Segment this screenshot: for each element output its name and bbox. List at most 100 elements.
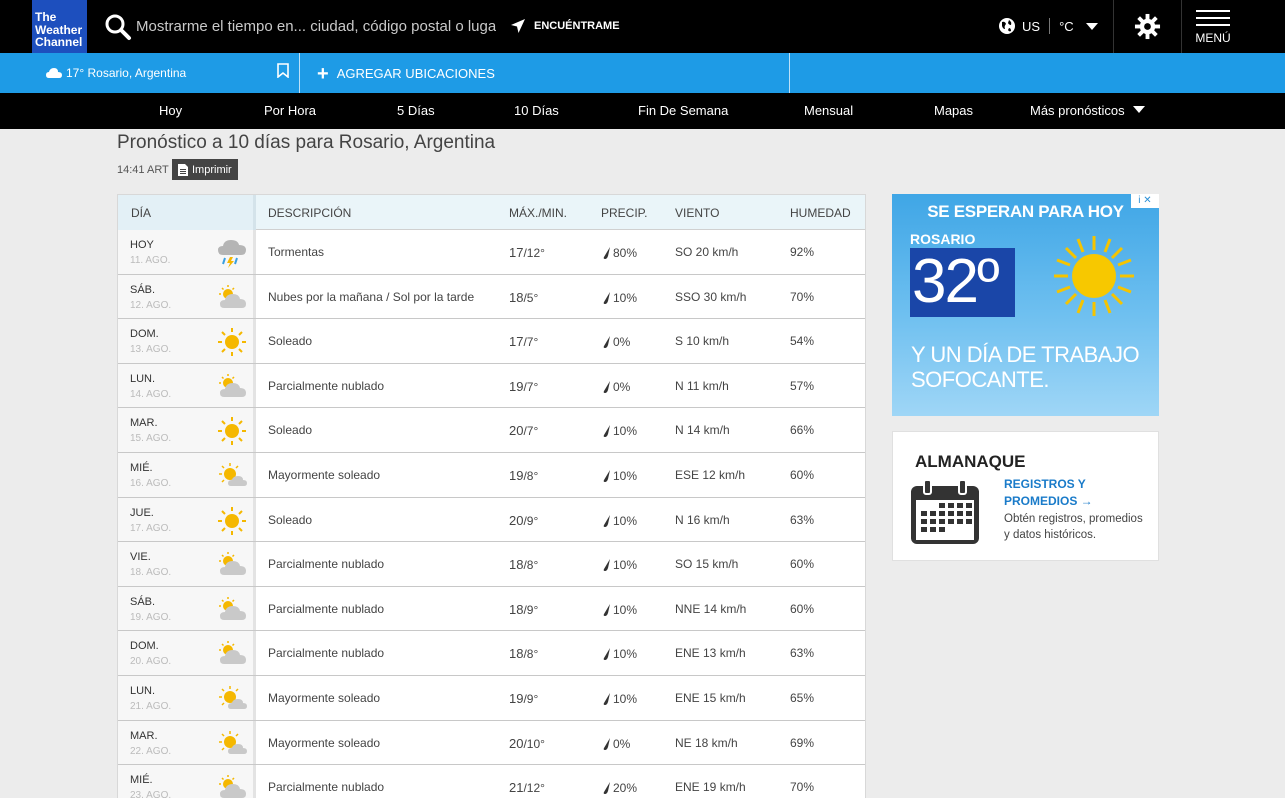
precip-value: 10% [613, 290, 638, 305]
precip-chance: 10% [603, 291, 637, 305]
table-row[interactable]: HOY 11. AGO. Tormentas 17/12° 80% SO 20 km/h 9… [118, 230, 865, 275]
high-temp: 18 [509, 557, 524, 573]
nav-hourly[interactable]: Por Hora [264, 103, 316, 118]
humidity: 60% [790, 467, 815, 482]
description: Nubes por la mañana / Sol por la tarde [268, 289, 475, 304]
nav-more-label: Más pronósticos [1030, 103, 1125, 118]
table-row[interactable]: DOM. 13. AGO. Soleado 17/7° 0% S 10 km/h 54% [118, 319, 865, 364]
table-row[interactable]: LUN. 14. AGO. Parcialmente nublado 19/7° 0% N… [118, 363, 865, 409]
raindrop-icon [603, 692, 610, 705]
table-row[interactable]: SÁB. 19. AGO. Parcialmente nublado 18/9° 10%… [118, 586, 865, 632]
precip-chance: 10% [603, 692, 637, 706]
page-title: Pronóstico a 10 días para Rosario, Argen… [117, 132, 496, 153]
description: Parcialmente nublado [268, 557, 385, 572]
table-row[interactable]: MIÉ. 23. AGO. Parcialmente nublado 21/12° 20… [118, 765, 865, 798]
day-date: 17. AGO. [130, 522, 172, 534]
forecast-table: DÍA DESCRIPCIÓN MÁX./MIN. PRECIP. VIENTO… [117, 194, 866, 798]
locate-me-button[interactable]: ENCUÉNTRAME [510, 18, 620, 34]
table-row[interactable]: VIE. 18. AGO. Parcialmente nublado 18/8° 10%… [118, 542, 865, 587]
wind: NNE 14 km/h [675, 601, 747, 616]
humidity: 63% [790, 646, 815, 661]
nav-10-day[interactable]: 10 Días [514, 103, 559, 118]
hi-lo-temp: 17/7° [509, 334, 538, 349]
low-temp: /8° [523, 558, 539, 573]
table-row[interactable]: LUN. 21. AGO. Mayormente soleado 19/9° 10% EN… [118, 675, 865, 721]
precip-value: 80% [613, 246, 638, 260]
nav-today[interactable]: Hoy [159, 103, 182, 118]
table-row[interactable]: MIÉ. 16. AGO. Mayormente soleado 19/8° 10% ES… [118, 452, 865, 498]
units-selector[interactable]: US °C [998, 17, 1098, 35]
low-temp: /5° [523, 290, 539, 305]
raindrop-icon [603, 380, 610, 393]
raindrop-icon [603, 782, 610, 795]
humidity: 65% [790, 690, 815, 705]
location-arrow-icon [511, 19, 525, 33]
hamburger-icon-bar [1196, 24, 1230, 26]
low-temp: /7° [523, 335, 539, 350]
partly-cloudy-icon [219, 596, 246, 620]
precip-value: 10% [613, 647, 638, 662]
document-icon [178, 163, 188, 176]
day-date: 21. AGO. [130, 700, 172, 712]
globe-icon [999, 18, 1015, 34]
table-row[interactable]: DOM. 20. AGO. Parcialmente nublado 18/8° 10%… [118, 631, 865, 676]
precip-chance: 0% [603, 380, 630, 394]
high-temp: 21 [509, 780, 524, 796]
gear-icon[interactable] [1134, 13, 1161, 40]
weather-channel-logo[interactable]: The Weather Channel [32, 0, 87, 53]
day-name: MAR. [130, 729, 158, 742]
unit-label: °C [1059, 18, 1074, 34]
search-input[interactable] [136, 14, 496, 38]
description: Mayormente soleado [268, 735, 381, 750]
advertisement[interactable]: i ✕ SE ESPERAN PARA HOY ROSARIO 32º Y UN… [892, 194, 1159, 416]
nav-maps[interactable]: Mapas [934, 103, 973, 118]
day-date: 19. AGO. [130, 611, 172, 623]
description: Parcialmente nublado [268, 601, 385, 616]
precip-value: 10% [613, 558, 638, 573]
humidity: 70% [790, 780, 815, 795]
current-location[interactable]: 17° Rosario, Argentina [46, 66, 186, 80]
add-locations-button[interactable]: + AGREGAR UBICACIONES [317, 64, 495, 84]
ad-tagline-1: Y UN DÍA DE TRABAJO [911, 342, 1140, 367]
print-button[interactable]: Imprimir [172, 159, 238, 180]
records-averages-link[interactable]: REGISTROS Y PROMEDIOS → [1004, 476, 1124, 510]
almanac-description: Obtén registros, promedios y datos histó… [1004, 513, 1143, 541]
low-temp: /8° [523, 468, 539, 483]
table-row[interactable]: MAR. 22. AGO. Mayormente soleado 20/10° 0% NE… [118, 720, 865, 766]
hi-lo-temp: 20/10° [509, 736, 545, 751]
nav-5-day[interactable]: 5 Días [397, 103, 435, 118]
table-row[interactable]: SÁB. 12. AGO. Nubes por la mañana / Sol po… [118, 274, 865, 320]
nav-weekend[interactable]: Fin De Semana [638, 103, 728, 118]
region-label: US [1022, 18, 1041, 34]
raindrop-icon [603, 514, 610, 527]
mostly-sunny-icon [219, 730, 247, 754]
table-row[interactable]: MAR. 15. AGO. Soleado 20/7° 10% N 14 km/h 66% [118, 408, 865, 453]
sunny-icon [218, 506, 246, 535]
low-temp: /12° [523, 781, 545, 796]
chevron-down-icon [1085, 22, 1098, 30]
ad-tagline: Y UN DÍA DE TRABAJO SOFOCANTE. [911, 342, 1140, 392]
divider [1181, 0, 1182, 53]
records-link-line-2: PROMEDIOS → [1004, 494, 1093, 508]
timestamp: 14:41 ART [117, 164, 169, 176]
nav-more-forecasts[interactable]: Más pronósticos [1030, 103, 1145, 118]
bookmark-icon[interactable] [277, 63, 289, 78]
raindrop-icon [603, 648, 610, 661]
day-date: 14. AGO. [130, 388, 172, 400]
table-row[interactable]: JUE. 17. AGO. Soleado 20/9° 10% N 16 km/h 63% [118, 497, 865, 543]
day-date: 11. AGO. [130, 255, 171, 266]
high-temp: 18 [509, 646, 524, 662]
day-date: 18. AGO. [130, 567, 172, 579]
high-temp: 18 [509, 289, 524, 305]
search-icon[interactable] [104, 13, 132, 41]
col-header-description: DESCRIPCIÓN [268, 206, 352, 220]
raindrop-icon [603, 336, 610, 349]
wind: ENE 19 km/h [675, 780, 746, 795]
raindrop-icon [603, 247, 610, 259]
top-bar: The Weather Channel ENCUÉNTRAME US °C [0, 0, 1285, 53]
day-name: JUE. [130, 506, 154, 519]
day-date: 16. AGO. [130, 477, 172, 489]
hamburger-icon [1196, 10, 1230, 12]
menu-button[interactable]: MENÚ [1194, 10, 1232, 45]
nav-monthly[interactable]: Mensual [804, 103, 853, 118]
